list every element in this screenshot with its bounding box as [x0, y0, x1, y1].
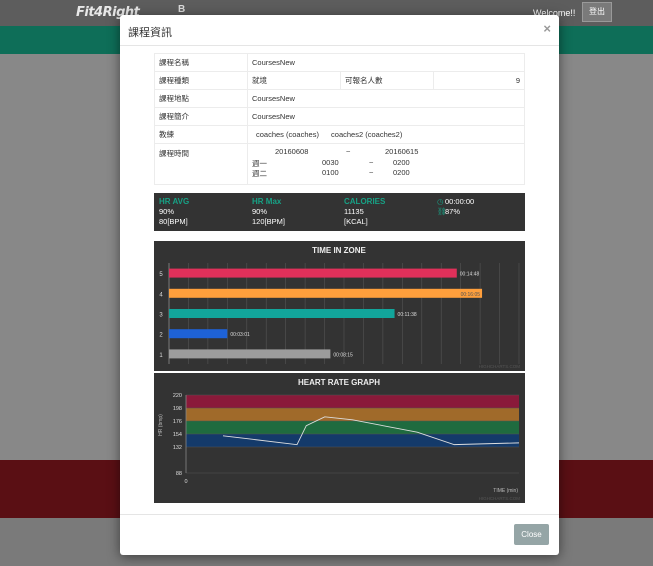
logout-button[interactable]: 登出 [582, 2, 612, 22]
intro-value: CoursesNew [247, 107, 525, 126]
y-tick-label: 132 [173, 445, 182, 451]
stats-bar: HR AVG 90% 80[BPM] HR Max 90% 120[BPM] C… [154, 193, 525, 231]
course-type-value: 就境 [247, 71, 341, 90]
zone-data-label: 00:11:38 [398, 312, 417, 318]
date-start: 20160608 [275, 147, 309, 156]
y-tick-label: 154 [173, 432, 182, 438]
hr-avg-percent: 90% [159, 207, 175, 216]
table-row: 課程時間 20160608 ~ 20160615 週一 0030 ~ 0200 … [154, 143, 525, 185]
slot-day: 週二 [252, 169, 267, 178]
modal-footer [120, 514, 559, 555]
table-row: 教練 coaches (coaches) coaches2 (coaches2) [154, 125, 525, 144]
table-row: 課程名稱 CoursesNew [154, 53, 525, 72]
y-tick-label: 198 [173, 406, 182, 412]
slot-start: 0030 [322, 158, 339, 167]
capacity-label: 可報名人數 [340, 71, 434, 90]
intro-label: 課程簡介 [154, 107, 248, 126]
calories-unit: [KCAL] [344, 217, 368, 226]
zone-bar [169, 288, 483, 298]
link-icon: ⛓ [437, 207, 447, 216]
x-axis-title: TIME (min) [493, 488, 518, 494]
date-separator: ~ [346, 147, 351, 156]
close-button[interactable]: Close [514, 524, 549, 545]
hr-zone-band [186, 408, 519, 421]
date-end: 20160615 [385, 147, 419, 156]
course-info-modal: 課程資訊 × 課程名稱 CoursesNew 課程種類 就境 可報名人數 9 課… [120, 15, 559, 555]
hr-zone-band [186, 395, 519, 408]
hr-max-percent: 90% [252, 207, 268, 216]
capacity-value: 9 [433, 71, 525, 90]
hr-avg-bpm: 80[BPM] [159, 217, 188, 226]
hr-avg-label: HR AVG [159, 197, 190, 206]
zone-tick-label: 5 [159, 272, 163, 278]
modal-title: 課程資訊 [128, 27, 172, 39]
calories-label: CALORIES [344, 197, 386, 206]
zone-data-label: 00:14:48 [460, 272, 480, 278]
y-axis-title: HR (bmp) [158, 414, 164, 436]
time-value: 20160608 ~ 20160615 週一 0030 ~ 0200 週二 01… [247, 143, 525, 185]
hr-zone-band [186, 434, 519, 447]
zone-bar [169, 309, 395, 318]
slot-start: 0100 [322, 168, 339, 177]
table-row: 課程地點 CoursesNew [154, 89, 525, 108]
close-icon[interactable]: × [543, 21, 551, 36]
slot-end: 0200 [393, 168, 410, 177]
hr-avg-stat: HR AVG 90% 80[BPM] [159, 197, 189, 227]
zone-bar [169, 268, 457, 278]
location-value: CoursesNew [247, 89, 525, 108]
table-row: 課程種類 就境 可報名人數 9 [154, 71, 525, 90]
coach-item: coaches2 (coaches2) [331, 130, 403, 139]
slot-separator: ~ [369, 168, 374, 177]
zone-tick-label: 2 [159, 333, 163, 339]
x-tick-label: 0 [184, 479, 187, 485]
zone-bar [169, 349, 331, 359]
course-type-label: 課程種類 [154, 71, 248, 90]
zone-tick-label: 4 [159, 292, 163, 298]
table-row: 課程簡介 CoursesNew [154, 107, 525, 126]
zone-tick-label: 3 [159, 313, 163, 319]
zone-data-label: 00:16:05 [461, 292, 481, 298]
heart-rate-chart: HEART RATE GRAPH 220 198 176 154 132 88 0 HR (bm… [154, 373, 525, 503]
coach-label: 教練 [154, 125, 248, 144]
zone-bar [169, 329, 228, 339]
course-info-table: 課程名稱 CoursesNew 課程種類 就境 可報名人數 9 課程地點 Cou… [154, 53, 525, 185]
course-name-value: CoursesNew [247, 53, 525, 72]
time-in-zone-chart: TIME IN ZONE 5 00:14:48 4 00:16:05 3 00:11:38 2… [154, 241, 525, 371]
course-name-label: 課程名稱 [154, 53, 248, 72]
time-in-zone-svg: TIME IN ZONE 5 00:14:48 4 00:16:05 3 00:11:38 2… [159, 246, 521, 369]
coach-value: coaches (coaches) coaches2 (coaches2) [247, 125, 525, 144]
calories-stat: CALORIES 11135 [KCAL] [344, 197, 385, 227]
chart-watermark: HIGHCHARTS.COM [479, 364, 521, 369]
chart-title: TIME IN ZONE [312, 246, 366, 255]
hr-max-stat: HR Max 90% 120[BPM] [252, 197, 285, 227]
duration-value: 00:00:00 [445, 197, 475, 206]
partner-logo: B [178, 4, 186, 15]
clock-icon: ◷ [437, 197, 444, 206]
chart-watermark: HIGHCHARTS.COM [479, 496, 521, 501]
zone-data-label: 00:08:15 [333, 352, 353, 358]
coach-item: coaches (coaches) [256, 130, 319, 139]
y-tick-label: 88 [176, 471, 182, 477]
time-label: 課程時間 [154, 143, 248, 185]
y-tick-label: 176 [173, 419, 182, 425]
slot-separator: ~ [369, 158, 374, 167]
zone-data-label: 00:03:01 [230, 332, 250, 338]
y-tick-label: 220 [173, 393, 182, 399]
calories-value: 11135 [344, 207, 364, 216]
hr-zone-band [186, 421, 519, 434]
duration-stat: ◷00:00:00 ⛓87% [437, 197, 474, 217]
hr-max-label: HR Max [252, 197, 282, 206]
chart-title: HEART RATE GRAPH [298, 378, 380, 387]
percent-value: 87% [445, 207, 461, 216]
location-label: 課程地點 [154, 89, 248, 108]
slot-end: 0200 [393, 158, 410, 167]
modal-header: 課程資訊 × [120, 15, 559, 46]
hr-max-bpm: 120[BPM] [252, 217, 285, 226]
zone-tick-label: 1 [159, 353, 163, 359]
heart-rate-svg: HEART RATE GRAPH 220 198 176 154 132 880 HR (bm… [158, 378, 521, 501]
